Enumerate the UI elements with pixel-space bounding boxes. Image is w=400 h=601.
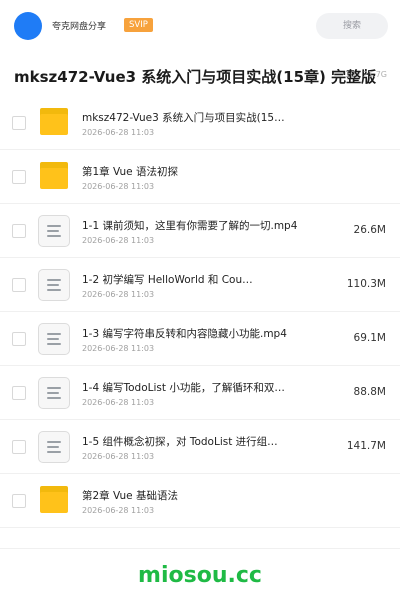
item-size: 88.8M: [353, 386, 386, 398]
select-checkbox[interactable]: [12, 386, 26, 400]
list-item[interactable]: 1-5 组件概念初探，对 TodoList 进行组… 2026-06-28 11:…: [0, 420, 400, 474]
item-date: 2026-06-28 11:03: [82, 290, 155, 299]
select-checkbox[interactable]: [12, 440, 26, 454]
header: 夸克网盘分享 SVIP 搜索: [0, 0, 400, 52]
folder-icon: [40, 108, 68, 135]
footer: miosou.cc: [0, 548, 400, 601]
folder-icon: [40, 162, 68, 189]
svip-badge: SVIP: [124, 18, 153, 32]
list-item[interactable]: 1-3 编写字符串反转和内容隐藏小功能.mp4 2026-06-28 11:03 6…: [0, 312, 400, 366]
share-name: 夸克网盘分享: [52, 22, 107, 32]
folder-icon: [40, 486, 68, 513]
brand-watermark: miosou.cc: [138, 563, 262, 588]
item-name: 1-4 编写TodoList 小功能，了解循环和双…: [82, 382, 285, 394]
select-checkbox[interactable]: [12, 332, 26, 346]
item-size: 141.7M: [346, 440, 386, 452]
list-item[interactable]: mksz472-Vue3 系统入门与项目实战(15… 2026-06-28 11:…: [0, 96, 400, 150]
avatar[interactable]: [14, 12, 42, 40]
item-size: 110.3M: [346, 278, 386, 290]
file-icon: [38, 431, 70, 463]
search-button[interactable]: 搜索: [316, 13, 388, 39]
file-icon: [38, 323, 70, 355]
select-checkbox[interactable]: [12, 278, 26, 292]
select-checkbox[interactable]: [12, 494, 26, 508]
item-size: 69.1M: [353, 332, 386, 344]
item-date: 2026-06-28 11:03: [82, 506, 155, 515]
item-date: 2026-06-28 11:03: [82, 398, 155, 407]
item-date: 2026-06-28 11:03: [82, 128, 155, 137]
list-item[interactable]: 第2章 Vue 基础语法 2026-06-28 11:03: [0, 474, 400, 528]
page-title: mksz472-Vue3 系统入门与项目实战(15章) 完整版: [14, 68, 377, 86]
item-name: mksz472-Vue3 系统入门与项目实战(15…: [82, 112, 285, 124]
select-checkbox[interactable]: [12, 224, 26, 238]
item-name: 1-3 编写字符串反转和内容隐藏小功能.mp4: [82, 328, 287, 340]
item-name: 1-2 初学编写 HelloWorld 和 Cou…: [82, 274, 253, 286]
list-item[interactable]: 1-1 课前须知，这里有你需要了解的一切.mp4 2026-06-28 11:03…: [0, 204, 400, 258]
list-item[interactable]: 1-4 编写TodoList 小功能，了解循环和双… 2026-06-28 11:…: [0, 366, 400, 420]
select-checkbox[interactable]: [12, 116, 26, 130]
item-date: 2026-06-28 11:03: [82, 452, 155, 461]
item-name: 1-5 组件概念初探，对 TodoList 进行组…: [82, 436, 278, 448]
folder-title-bar: mksz472-Vue3 系统入门与项目实战(15章) 完整版 10 · 21.…: [0, 52, 400, 97]
item-name: 第2章 Vue 基础语法: [82, 490, 178, 502]
item-name: 第1章 Vue 语法初探: [82, 166, 178, 178]
item-size: 26.6M: [353, 224, 386, 236]
item-date: 2026-06-28 11:03: [82, 236, 155, 245]
file-icon: [38, 377, 70, 409]
item-date: 2026-06-28 11:03: [82, 344, 155, 353]
folder-meta: 10 · 21.7G: [345, 70, 387, 79]
file-list: mksz472-Vue3 系统入门与项目实战(15… 2026-06-28 11:…: [0, 96, 400, 528]
list-item[interactable]: 1-2 初学编写 HelloWorld 和 Cou… 2026-06-28 11:…: [0, 258, 400, 312]
item-date: 2026-06-28 11:03: [82, 182, 155, 191]
select-checkbox[interactable]: [12, 170, 26, 184]
list-item[interactable]: 第1章 Vue 语法初探 2026-06-28 11:03: [0, 150, 400, 204]
item-name: 1-1 课前须知，这里有你需要了解的一切.mp4: [82, 220, 298, 232]
file-icon: [38, 215, 70, 247]
file-icon: [38, 269, 70, 301]
